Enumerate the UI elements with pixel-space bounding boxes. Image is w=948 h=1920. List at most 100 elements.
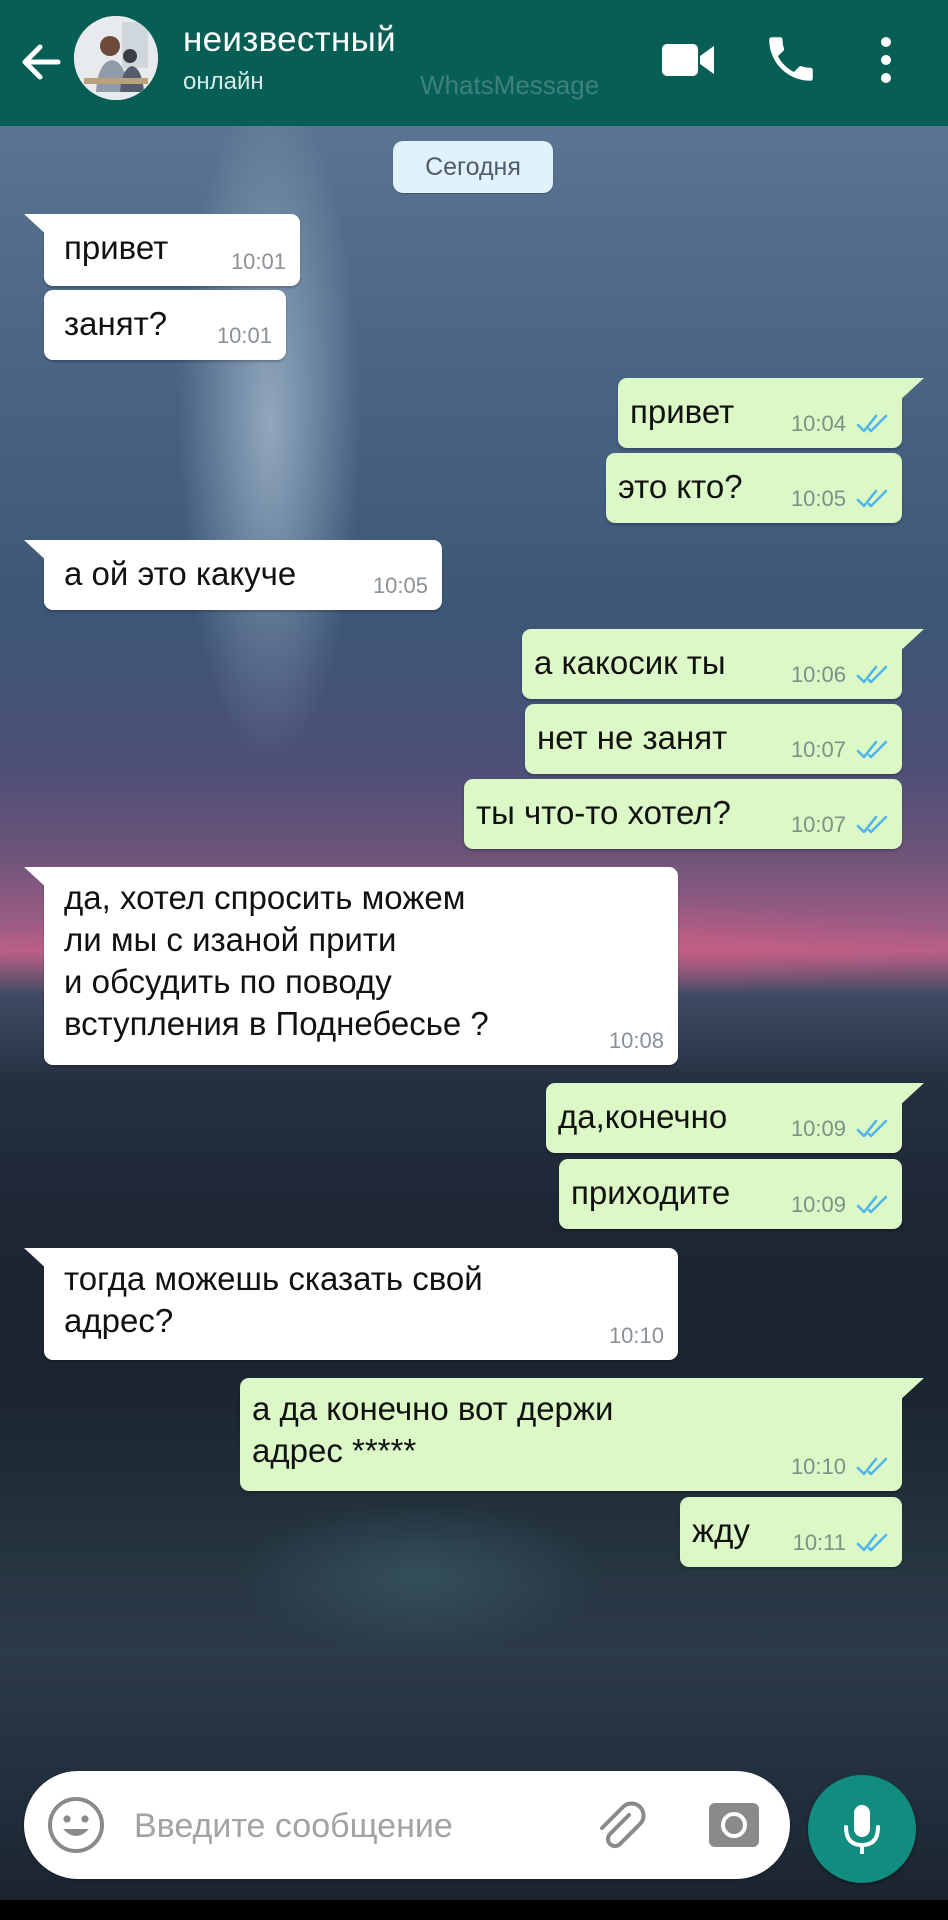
message-time: 10:10 bbox=[790, 1454, 846, 1479]
message-text: приходите bbox=[571, 1172, 730, 1214]
read-ticks-icon bbox=[856, 489, 888, 508]
bubble-tail bbox=[898, 629, 924, 653]
message-line: а какосик ты bbox=[534, 644, 726, 681]
incoming-message[interactable]: да, хотел спросить можем ли мы с изаной п… bbox=[44, 867, 678, 1065]
message-time: 10:07 bbox=[790, 737, 846, 762]
outgoing-message[interactable]: это кто? 10:05 bbox=[606, 453, 902, 523]
more-vertical-icon bbox=[881, 37, 891, 83]
message-line: вступления в Поднебесье ? bbox=[64, 1005, 489, 1042]
arrow-left-icon bbox=[22, 44, 61, 80]
message-line: да, хотел спросить можем bbox=[64, 879, 466, 916]
read-ticks-icon bbox=[856, 414, 888, 433]
chat-header: неизвестный онлайн WhatsMessage bbox=[0, 0, 948, 126]
message-time: 10:01 bbox=[230, 249, 286, 274]
message-text: а ой это какуче bbox=[64, 553, 296, 595]
watermark: WhatsMessage bbox=[420, 70, 600, 100]
message-text: тогда можешь сказать свой адрес? bbox=[64, 1258, 483, 1342]
microphone-icon bbox=[844, 1805, 880, 1854]
read-ticks-icon bbox=[856, 1195, 888, 1214]
message-time: 10:10 bbox=[608, 1323, 664, 1348]
message-line: а ой это какуче bbox=[64, 555, 297, 592]
attach-button[interactable] bbox=[592, 1797, 650, 1855]
message-input[interactable] bbox=[132, 1797, 566, 1855]
message-text: занят? bbox=[64, 303, 167, 345]
read-ticks-icon bbox=[856, 1457, 888, 1476]
voice-message-button[interactable] bbox=[808, 1775, 916, 1883]
phone-icon bbox=[769, 37, 813, 81]
input-bar bbox=[24, 1771, 790, 1879]
outgoing-message[interactable]: ты что-то хотел? 10:07 bbox=[464, 779, 902, 849]
emoji-icon bbox=[48, 1797, 104, 1853]
message-text: жду bbox=[692, 1510, 750, 1552]
message-time: 10:01 bbox=[216, 323, 272, 348]
message-time: 10:04 bbox=[790, 411, 846, 436]
message-line: и обсудить по поводу bbox=[64, 963, 392, 1000]
message-line: ли мы с изаной прити bbox=[64, 921, 397, 958]
outgoing-message[interactable]: а да конечно вот держи адрес ***** 10:10 bbox=[240, 1378, 902, 1491]
message-text: да,конечно bbox=[558, 1096, 727, 1138]
message-text: а какосик ты bbox=[534, 642, 726, 684]
outgoing-message[interactable]: привет 10:04 bbox=[618, 378, 902, 448]
message-text: нет не занят bbox=[537, 717, 727, 759]
message-line: приходите bbox=[571, 1174, 731, 1211]
message-line: это кто? bbox=[618, 468, 743, 505]
read-ticks-icon bbox=[856, 815, 888, 834]
incoming-message[interactable]: а ой это какуче 10:05 bbox=[44, 540, 442, 610]
video-call-button[interactable] bbox=[658, 32, 720, 88]
bubble-tail bbox=[898, 1083, 924, 1107]
message-line: ты что-то хотел? bbox=[476, 794, 731, 831]
incoming-message[interactable]: занят? 10:01 bbox=[44, 290, 286, 360]
system-navigation-strip bbox=[0, 1900, 948, 1920]
message-time: 10:11 bbox=[792, 1530, 846, 1555]
message-text: а да конечно вот держи адрес ***** bbox=[252, 1388, 613, 1472]
message-text: ты что-то хотел? bbox=[476, 792, 731, 834]
message-time: 10:08 bbox=[608, 1028, 664, 1053]
video-camera-icon bbox=[662, 44, 714, 76]
chat-screen: неизвестный онлайн WhatsMessage Сегодня … bbox=[0, 0, 948, 1920]
message-line: а да конечно вот держи bbox=[252, 1390, 614, 1427]
back-button[interactable] bbox=[14, 34, 70, 90]
message-text: привет bbox=[630, 391, 734, 433]
incoming-message[interactable]: привет 10:01 bbox=[44, 214, 300, 286]
camera-button[interactable] bbox=[708, 1801, 760, 1849]
camera-icon bbox=[709, 1803, 759, 1847]
emoji-button[interactable] bbox=[46, 1795, 106, 1855]
incoming-message[interactable]: тогда можешь сказать свой адрес? 10:10 bbox=[44, 1248, 678, 1360]
message-line: да,конечно bbox=[558, 1098, 728, 1135]
message-line: жду bbox=[692, 1512, 750, 1549]
message-text: это кто? bbox=[618, 466, 743, 508]
outgoing-message[interactable]: а какосик ты 10:06 bbox=[522, 629, 902, 699]
outgoing-message[interactable]: нет не занят 10:07 bbox=[525, 704, 902, 774]
outgoing-message[interactable]: приходите 10:09 bbox=[559, 1159, 902, 1229]
voice-call-button[interactable] bbox=[762, 30, 820, 88]
outgoing-message[interactable]: жду 10:11 bbox=[680, 1497, 902, 1567]
message-line: адрес? bbox=[64, 1302, 174, 1339]
message-time: 10:05 bbox=[790, 486, 846, 511]
message-line: тогда можешь сказать свой bbox=[64, 1260, 483, 1297]
bubble-tail bbox=[898, 1378, 924, 1402]
message-line: адрес ***** bbox=[252, 1432, 417, 1469]
message-text: да, хотел спросить можем ли мы с изаной п… bbox=[64, 877, 489, 1045]
outgoing-message[interactable]: да,конечно 10:09 bbox=[546, 1083, 902, 1153]
message-text: привет bbox=[64, 227, 168, 269]
bubble-tail bbox=[24, 214, 50, 238]
message-time: 10:06 bbox=[790, 662, 846, 687]
read-ticks-icon bbox=[856, 740, 888, 759]
message-line: занят? bbox=[64, 305, 168, 342]
contact-status: онлайн bbox=[183, 68, 264, 95]
message-line: привет bbox=[64, 229, 169, 266]
contact-name[interactable]: неизвестный bbox=[183, 20, 396, 60]
message-line: привет bbox=[630, 393, 735, 430]
message-time: 10:09 bbox=[790, 1116, 846, 1141]
bubble-tail bbox=[24, 867, 50, 891]
paperclip-icon bbox=[600, 1801, 646, 1849]
read-ticks-icon bbox=[856, 1119, 888, 1138]
avatar[interactable] bbox=[74, 16, 158, 100]
bubble-tail bbox=[24, 540, 50, 564]
message-time: 10:05 bbox=[372, 573, 428, 598]
bubble-tail bbox=[898, 378, 924, 402]
read-ticks-icon bbox=[856, 665, 888, 684]
date-separator: Сегодня bbox=[393, 141, 553, 193]
message-time: 10:09 bbox=[790, 1192, 846, 1217]
menu-button[interactable] bbox=[870, 30, 902, 90]
